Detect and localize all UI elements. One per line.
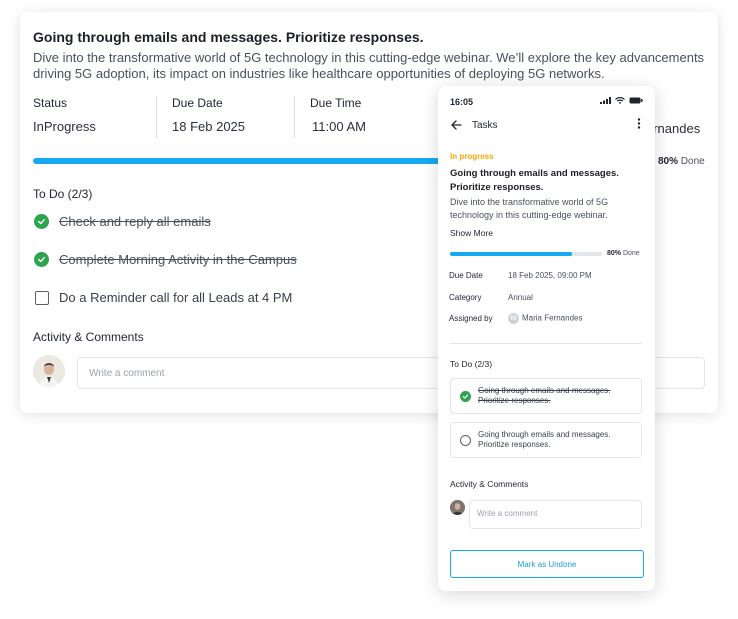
mobile-task-screen: 16:05 Tasks In progress Going through em… [438, 86, 655, 591]
todo-item[interactable]: Check and reply all emails [34, 214, 211, 229]
todo-item[interactable]: Do a Reminder call for all Leads at 4 PM [34, 290, 292, 305]
due-date-field: Due Date 18 Feb 2025 [156, 96, 294, 138]
avatar [33, 355, 65, 387]
battery-icon [629, 97, 643, 104]
check-circle-icon[interactable] [34, 214, 49, 229]
progress-fill [450, 252, 572, 256]
divider [450, 343, 642, 344]
status-field: Status InProgress [33, 96, 156, 138]
task-description: Dive into the transformative world of 5G… [33, 50, 705, 81]
check-circle-icon[interactable] [34, 252, 49, 267]
status-bar-time: 16:05 [450, 97, 474, 107]
task-meta: Status InProgress Due Date 18 Feb 2025 D… [33, 96, 434, 138]
progress-percent: 80% Done [607, 250, 640, 257]
due-date-value: 18 Feb 2025, 09:00 PM [508, 271, 592, 280]
todo-label: Check and reply all emails [59, 214, 211, 229]
show-more-link[interactable]: Show More [450, 228, 493, 238]
due-date-value[interactable]: 18 Feb 2025 [172, 119, 294, 134]
task-title: Going through emails and messages. Prior… [33, 29, 424, 45]
due-time-value[interactable]: 11:00 AM [312, 119, 434, 134]
assigned-by-value: M Maria Fernandes [508, 313, 582, 324]
assigned-by-row: Assigned by M Maria Fernandes [449, 313, 582, 324]
avatar [450, 500, 465, 515]
todo-heading: To Do (2/3) [33, 187, 93, 201]
activity-heading: Activity & Comments [33, 330, 144, 344]
comment-input[interactable]: Write a comment [469, 500, 642, 529]
due-time-field: Due Time 11:00 AM [294, 96, 434, 138]
radio-circle[interactable] [460, 434, 471, 446]
status-label: Status [33, 96, 68, 110]
wifi-icon [615, 97, 625, 104]
category-row: Category Annual [449, 293, 533, 302]
todo-item[interactable]: Going through emails and messages. Prior… [450, 422, 642, 458]
status-badge: In progress [450, 152, 494, 161]
screen-title: Tasks [472, 120, 498, 131]
category-label: Category [449, 293, 482, 302]
progress-bar [450, 252, 602, 256]
todo-item[interactable]: Complete Morning Activity in the Campus [34, 252, 297, 267]
check-circle-icon[interactable] [460, 390, 471, 402]
avatar: M [508, 313, 519, 324]
todo-label: Going through emails and messages. Prior… [478, 386, 611, 405]
arrow-left-icon[interactable] [451, 119, 462, 133]
due-date-label: Due Date [172, 96, 223, 110]
progress-percent: 80% Done [658, 156, 705, 167]
todo-item[interactable]: Going through emails and messages. Prior… [450, 378, 642, 414]
status-value[interactable]: InProgress [33, 119, 156, 134]
todo-label: Going through emails and messages. Prior… [478, 430, 611, 449]
category-value: Annual [508, 293, 533, 302]
due-date-row: Due Date 18 Feb 2025, 09:00 PM [449, 271, 592, 280]
more-vertical-icon[interactable] [637, 118, 641, 132]
checkbox[interactable] [35, 290, 49, 305]
mark-as-undone-button[interactable]: Mark as Undone [450, 550, 644, 578]
signal-icon [600, 97, 611, 104]
due-date-label: Due Date [449, 271, 483, 280]
todo-label: Do a Reminder call for all Leads at 4 PM [59, 290, 293, 305]
todo-label: Complete Morning Activity in the Campus [59, 252, 297, 267]
status-bar-icons [600, 97, 643, 104]
activity-heading: Activity & Comments [450, 479, 529, 489]
due-time-label: Due Time [310, 96, 362, 110]
task-description: Dive into the transformative world of 5G… [450, 197, 609, 220]
task-title: Going through emails and messages. Prior… [450, 168, 619, 193]
assigned-by-label: Assigned by [449, 314, 493, 323]
todo-heading: To Do (2/3) [450, 359, 493, 369]
